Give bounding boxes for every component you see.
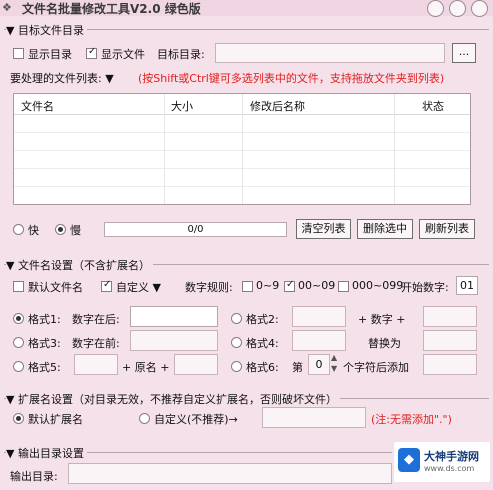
watermark-badge: ◆ 大神手游网 www.ds.com (394, 442, 490, 482)
format6-di-label: 第 (292, 361, 303, 374)
format2-suffix-input[interactable] (423, 306, 477, 327)
format1-label: 格式1: (28, 313, 61, 326)
format6-label: 格式6: (246, 361, 279, 374)
format6-radio[interactable] (231, 361, 242, 372)
speed-slow-label: 慢 (70, 224, 81, 237)
default-ext-radio[interactable] (13, 413, 24, 424)
custom-ext-radio[interactable] (139, 413, 150, 424)
ext-note: (注:无需添加".") (371, 413, 452, 426)
app-icon: ❖ (2, 1, 12, 14)
default-name-label: 默认文件名 (28, 281, 83, 294)
column-header-new-name[interactable]: 修改后名称 (250, 98, 305, 114)
extension-group-title: ▼ 扩展名设置（对目录无效，不推荐自定义扩展名，否则破坏文件） (6, 391, 340, 407)
stepper-up-icon[interactable]: ▲ (331, 353, 337, 362)
show-files-label: 显示文件 (101, 48, 145, 61)
show-dirs-checkbox[interactable] (13, 48, 24, 59)
format4-replace-input[interactable] (423, 330, 477, 351)
rule-00-09-checkbox[interactable] (284, 279, 295, 292)
format4-find-input[interactable] (292, 330, 346, 351)
rule-000-099-checkbox[interactable] (338, 281, 349, 292)
format5-suffix-input[interactable] (174, 354, 218, 375)
format1-desc: 数字在后: (72, 313, 120, 326)
format1-radio[interactable] (13, 313, 24, 324)
format1-input[interactable] (130, 306, 218, 327)
format2-plus-digit: + 数字 + (358, 313, 406, 326)
browse-button[interactable]: ... (452, 43, 476, 63)
delete-selected-button[interactable]: 删除选中 (357, 219, 413, 239)
column-divider (394, 94, 395, 204)
custom-name-label[interactable]: 自定义 ▼ (116, 279, 161, 295)
show-files-checkbox[interactable] (86, 46, 97, 59)
file-list-hint: (按Shift或Ctrl键可多选列表中的文件，支持拖放文件夹到列表) (138, 72, 445, 85)
target-dir-input[interactable] (215, 43, 445, 63)
default-ext-label: 默认扩展名 (28, 413, 83, 426)
rule-0-9-label: 0~9 (256, 279, 280, 292)
custom-name-checkbox[interactable] (101, 279, 112, 292)
output-group-label: 输出目录设置 (17, 447, 84, 460)
column-header-size[interactable]: 大小 (171, 98, 193, 114)
custom-ext-label: 自定义(不推荐)→ (154, 413, 238, 426)
format6-suffix-label: 个字符后添加 (343, 361, 409, 374)
clear-list-button[interactable]: 清空列表 (296, 219, 351, 239)
stepper-down-icon[interactable]: ▼ (331, 364, 337, 373)
output-group-title: ▼ 输出目录设置 (6, 445, 87, 461)
filename-group-label: 文件名设置（不含扩展名） (17, 259, 150, 272)
digit-rule-label: 数字规则: (185, 281, 233, 294)
refresh-list-button[interactable]: 刷新列表 (419, 219, 475, 239)
format2-radio[interactable] (231, 313, 242, 324)
minimize-button[interactable] (427, 0, 444, 17)
output-dir-label: 输出目录: (10, 470, 58, 483)
window-title: 文件名批量修改工具V2.0 绿色版 (22, 2, 201, 16)
target-dir-group-title: ▼ 目标文件目录 (6, 22, 87, 38)
format6-position-stepper[interactable]: 0 (308, 354, 330, 375)
format3-desc: 数字在前: (72, 337, 120, 350)
rule-0-9-checkbox[interactable] (242, 281, 253, 292)
column-divider (164, 94, 165, 204)
format2-prefix-input[interactable] (292, 306, 346, 327)
format3-input[interactable] (130, 330, 218, 351)
speed-slow-radio[interactable] (55, 224, 66, 235)
start-number-label: 开始数字: (401, 281, 449, 294)
format5-prefix-input[interactable] (74, 354, 118, 375)
target-dir-label: 目标目录: (157, 48, 205, 61)
close-button[interactable] (471, 0, 488, 17)
speed-fast-radio[interactable] (13, 224, 24, 235)
output-dir-input[interactable] (68, 463, 392, 484)
progress-bar: 0/0 (104, 222, 287, 237)
speed-fast-label: 快 (28, 224, 39, 237)
format6-insert-input[interactable] (423, 354, 477, 375)
format5-plus-name: + 原名 + (122, 361, 170, 374)
format5-radio[interactable] (13, 361, 24, 372)
filename-group-title: ▼ 文件名设置（不含扩展名） (6, 257, 153, 273)
target-dir-group-label: 目标文件目录 (17, 24, 84, 37)
format3-radio[interactable] (13, 337, 24, 348)
rule-000-099-label: 000~099 (352, 279, 404, 292)
format4-replace-label: 替换为 (368, 337, 401, 350)
file-list-table[interactable]: 文件名 大小 修改后名称 状态 (13, 93, 471, 205)
show-dirs-label: 显示目录 (28, 48, 72, 61)
rule-00-09-label: 00~09 (298, 279, 336, 292)
start-number-input[interactable]: 01 (456, 276, 478, 295)
format4-radio[interactable] (231, 337, 242, 348)
default-name-checkbox[interactable] (13, 281, 24, 292)
maximize-button[interactable] (449, 0, 466, 17)
watermark-name: 大神手游网 (424, 450, 479, 463)
format4-label: 格式4: (246, 337, 279, 350)
format5-label: 格式5: (28, 361, 61, 374)
format2-label: 格式2: (246, 313, 279, 326)
watermark-url: www.ds.com (424, 464, 475, 473)
custom-ext-input[interactable] (262, 407, 366, 428)
column-header-status[interactable]: 状态 (422, 98, 444, 114)
column-header-filename[interactable]: 文件名 (21, 98, 54, 114)
file-list-heading: 要处理的文件列表: ▼ (10, 72, 114, 85)
watermark-logo-icon: ◆ (398, 448, 420, 472)
column-divider (242, 94, 243, 204)
format3-label: 格式3: (28, 337, 61, 350)
extension-group-label: 扩展名设置（对目录无效，不推荐自定义扩展名，否则破坏文件） (17, 393, 337, 406)
